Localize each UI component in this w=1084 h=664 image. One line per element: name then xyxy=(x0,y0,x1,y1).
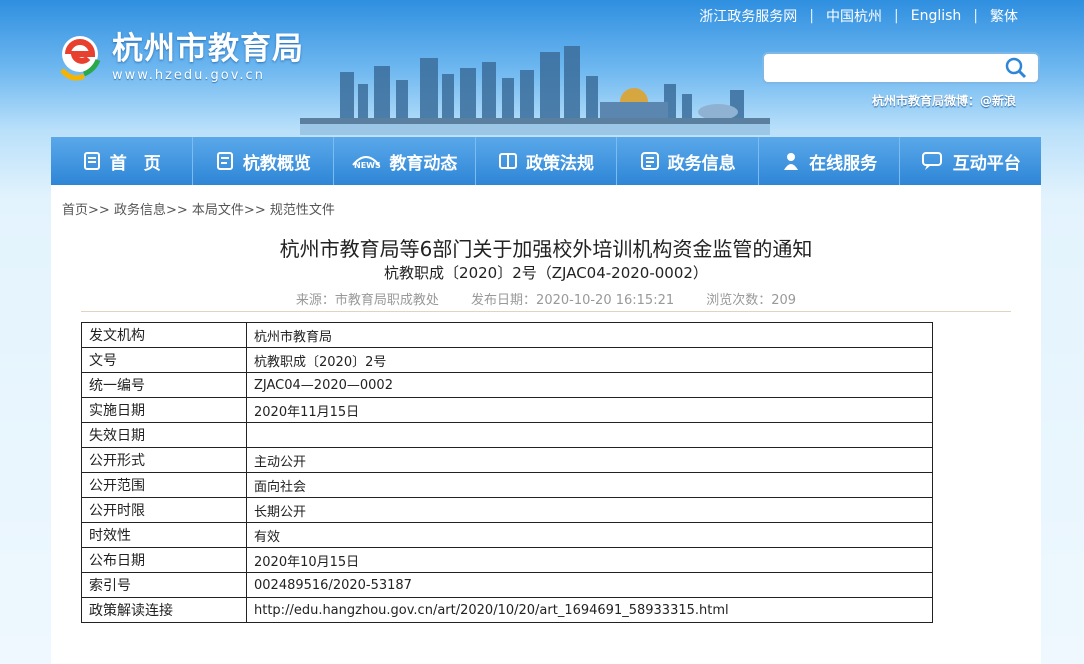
search-icon xyxy=(1005,57,1027,79)
info-key: 实施日期 xyxy=(81,397,247,423)
info-key: 政策解读连接 xyxy=(81,597,247,623)
table-row: 时效性 有效 xyxy=(81,522,933,548)
table-row: 公开形式 主动公开 xyxy=(81,447,933,473)
info-table: 发文机构 杭州市教育局 文号 杭教职成〔2020〕2号 统一编号 ZJAC04—202… xyxy=(81,322,933,623)
article-meta: 来源：市教育局职成教处 发布日期：2020-10-20 16:15:21 浏览次… xyxy=(51,289,1041,308)
logo-emblem-icon xyxy=(54,30,106,86)
breadcrumb: 首页>> 政务信息>> 本局文件>> 规范性文件 xyxy=(62,199,335,218)
svg-text:NEWS: NEWS xyxy=(354,161,381,170)
table-row: 索引号 002489516/2020-53187 xyxy=(81,572,933,598)
table-row: 公布日期 2020年10月15日 xyxy=(81,547,933,573)
top-link-zjzwfw[interactable]: 浙江政务服务网 xyxy=(699,6,797,26)
nav-label: 教育动态 xyxy=(389,153,458,174)
info-key: 公开时限 xyxy=(81,497,247,523)
book-icon xyxy=(499,153,518,169)
table-row: 统一编号 ZJAC04—2020—0002 xyxy=(81,372,933,398)
info-key: 发文机构 xyxy=(81,322,247,348)
info-value: 002489516/2020-53187 xyxy=(246,572,933,598)
article-subtitle: 杭教职成〔2020〕2号（ZJAC04-2020-0002） xyxy=(384,264,708,282)
info-key: 公开范围 xyxy=(81,472,247,498)
search-box xyxy=(762,52,1040,84)
nav-item-policy[interactable]: 政策法规 xyxy=(476,137,618,185)
top-link-traditional[interactable]: 繁体 xyxy=(990,6,1018,26)
nav-label: 杭教概览 xyxy=(242,153,311,174)
info-key: 统一编号 xyxy=(81,372,247,398)
table-row: 实施日期 2020年11月15日 xyxy=(81,397,933,423)
nav-label: 政务信息 xyxy=(667,153,736,174)
table-row: 政策解读连接 http://edu.hangzhou.gov.cn/art/202… xyxy=(81,597,933,623)
list-icon xyxy=(640,152,659,170)
divider: | xyxy=(973,8,978,24)
nav-label: 政策法规 xyxy=(526,153,595,174)
info-key: 文号 xyxy=(81,347,247,373)
info-key: 公开形式 xyxy=(81,447,247,473)
info-value: 2020年10月15日 xyxy=(246,547,933,573)
news-icon: NEWS xyxy=(352,156,381,170)
info-key: 索引号 xyxy=(81,572,247,598)
info-key: 时效性 xyxy=(81,522,247,548)
breadcrumb-sep: >> xyxy=(88,203,110,218)
top-link-hangzhou[interactable]: 中国杭州 xyxy=(826,6,882,26)
breadcrumb-govinfo[interactable]: 政务信息 xyxy=(114,203,166,218)
divider: | xyxy=(809,8,814,24)
info-value: ZJAC04—2020—0002 xyxy=(246,372,933,398)
weibo-link[interactable]: 杭州市教育局微博：@新浪 xyxy=(872,92,1016,109)
nav-item-home[interactable]: 首 页 xyxy=(51,137,193,185)
document-icon xyxy=(216,152,233,170)
main-nav: 首 页 杭教概览 NEWS 教育动态 政策法规 政务信息 在线服务 互动平台 xyxy=(51,137,1041,185)
info-key: 失效日期 xyxy=(81,422,247,448)
info-value: 有效 xyxy=(246,522,933,548)
nav-item-interaction[interactable]: 互动平台 xyxy=(900,137,1041,185)
nav-item-govinfo[interactable]: 政务信息 xyxy=(617,137,759,185)
info-value: 2020年11月15日 xyxy=(246,397,933,423)
info-value: 杭教职成〔2020〕2号 xyxy=(246,347,933,373)
nav-label: 首 页 xyxy=(109,153,161,174)
breadcrumb-normative-docs[interactable]: 规范性文件 xyxy=(270,203,335,218)
nav-item-news[interactable]: NEWS 教育动态 xyxy=(334,137,476,185)
top-link-english[interactable]: English xyxy=(911,8,962,24)
table-row: 公开时限 长期公开 xyxy=(81,497,933,523)
article-source: 来源：市教育局职成教处 xyxy=(295,293,439,308)
article-title: 杭州市教育局等6部门关于加强校外培训机构资金监管的通知 xyxy=(279,237,813,261)
article-views: 浏览次数：209 xyxy=(706,293,797,308)
info-value: 主动公开 xyxy=(246,447,933,473)
breadcrumb-sep: >> xyxy=(243,203,266,218)
search-button[interactable] xyxy=(994,54,1038,82)
table-row: 文号 杭教职成〔2020〕2号 xyxy=(81,347,933,373)
chat-icon xyxy=(921,152,942,170)
nav-label: 互动平台 xyxy=(952,153,1021,174)
site-logo[interactable]: 杭州市教育局 www.hzedu.gov.cn xyxy=(54,30,304,86)
user-icon xyxy=(784,153,799,170)
policy-interpretation-link[interactable]: http://edu.hangzhou.gov.cn/art/2020/10/2… xyxy=(246,597,933,623)
nav-item-online-service[interactable]: 在线服务 xyxy=(759,137,901,185)
nav-label: 在线服务 xyxy=(809,153,878,174)
logo-title: 杭州市教育局 xyxy=(112,31,304,67)
article-date: 发布日期：2020-10-20 16:15:21 xyxy=(471,293,675,308)
logo-url: www.hzedu.gov.cn xyxy=(112,68,265,83)
info-key: 公布日期 xyxy=(81,547,247,573)
search-input[interactable] xyxy=(770,54,994,84)
content-panel: 首页>> 政务信息>> 本局文件>> 规范性文件 杭州市教育局等6部门关于加强校… xyxy=(51,185,1041,664)
breadcrumb-sep: >> xyxy=(165,203,188,218)
info-value: 长期公开 xyxy=(246,497,933,523)
city-skyline-image xyxy=(300,46,770,135)
table-row: 公开范围 面向社会 xyxy=(81,472,933,498)
breadcrumb-home[interactable]: 首页 xyxy=(62,203,88,218)
table-row: 发文机构 杭州市教育局 xyxy=(81,322,933,348)
info-value: 面向社会 xyxy=(246,472,933,498)
divider xyxy=(81,311,1011,312)
home-icon xyxy=(83,152,100,170)
divider: | xyxy=(894,8,899,24)
info-value xyxy=(246,422,933,448)
breadcrumb-bureau-docs[interactable]: 本局文件 xyxy=(192,203,244,218)
info-value: 杭州市教育局 xyxy=(246,322,933,348)
top-links: 浙江政务服务网 | 中国杭州 | English | 繁体 xyxy=(699,6,1018,26)
nav-item-overview[interactable]: 杭教概览 xyxy=(193,137,335,185)
table-row: 失效日期 xyxy=(81,422,933,448)
